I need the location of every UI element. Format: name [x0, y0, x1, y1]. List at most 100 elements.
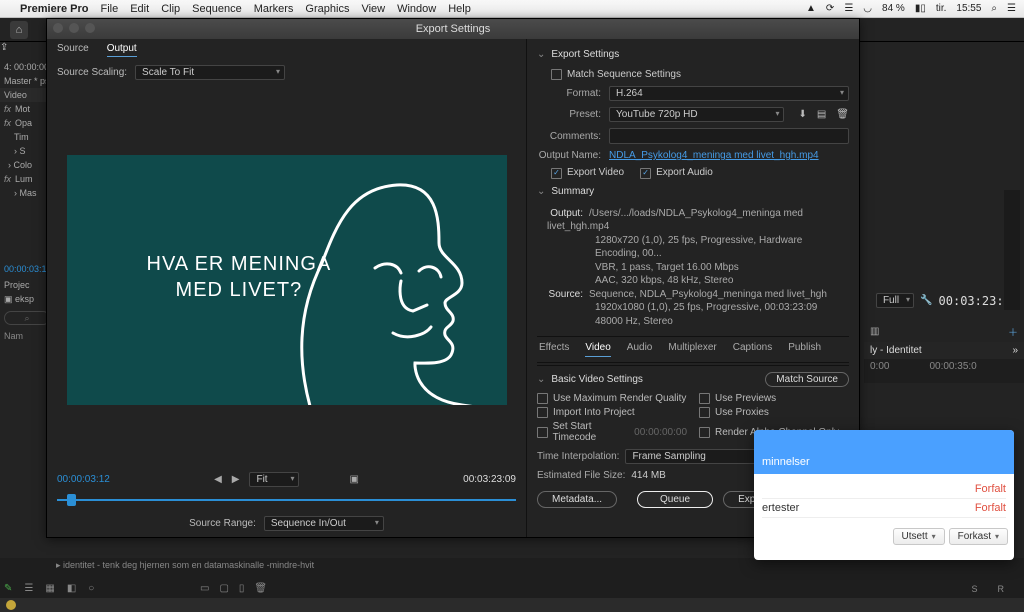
wifi-icon[interactable]: ◡	[863, 3, 872, 14]
start-timecode-checkbox[interactable]	[537, 427, 548, 438]
next-frame-icon[interactable]: ▶	[232, 474, 240, 485]
summary-section[interactable]: Summary	[537, 186, 849, 197]
estimated-size-label: Estimated File Size:	[537, 470, 625, 481]
export-settings-section[interactable]: Export Settings	[537, 49, 849, 60]
render-alpha-checkbox[interactable]	[699, 427, 710, 438]
import-project-checkbox[interactable]	[537, 407, 548, 418]
match-sequence-checkbox[interactable]	[551, 69, 562, 80]
reminder-due-1: Forfalt	[975, 483, 1006, 495]
tab-output[interactable]: Output	[107, 43, 137, 57]
delete-preset-icon[interactable]: 🗑	[836, 109, 849, 120]
dialog-title: Export Settings	[416, 23, 491, 35]
subtab-captions[interactable]: Captions	[733, 342, 772, 357]
subtab-video[interactable]: Video	[585, 342, 610, 357]
subtab-multiplexer[interactable]: Multiplexer	[668, 342, 716, 357]
use-proxies-checkbox[interactable]	[699, 407, 710, 418]
menu-clip[interactable]: Clip	[161, 3, 180, 15]
import-preset-icon[interactable]: ▤	[817, 109, 826, 120]
zoom-window-icon[interactable]	[85, 23, 95, 33]
prev-frame-icon[interactable]: ◀	[214, 474, 222, 485]
output-name-link[interactable]: NDLA_Psykolog4_meninga med livet_hgh.mp4	[609, 150, 819, 161]
max-render-label: Use Maximum Render Quality	[553, 393, 686, 404]
menu-view[interactable]: View	[361, 3, 385, 15]
snooze-button[interactable]: Utsett	[893, 528, 945, 545]
comments-input[interactable]	[609, 128, 849, 144]
source-scaling-dropdown[interactable]: Scale To Fit	[135, 65, 285, 80]
new-bin-icon[interactable]: ▭	[200, 583, 209, 594]
pen-tool-icon[interactable]: ✎	[4, 583, 12, 594]
tab-source[interactable]: Source	[57, 43, 89, 57]
project-search[interactable]: ⌕	[4, 311, 50, 325]
spotlight-icon[interactable]: ⌕	[991, 3, 997, 14]
playback-resolution-dropdown[interactable]: Full	[876, 293, 914, 308]
export-audio-label: Export Audio	[656, 167, 713, 178]
export-video-checkbox[interactable]	[551, 168, 562, 179]
source-range-dropdown[interactable]: Sequence In/Out	[264, 516, 384, 531]
audio-meter	[1004, 190, 1020, 310]
max-render-checkbox[interactable]	[537, 393, 548, 404]
in-timecode[interactable]: 00:00:03:12	[57, 474, 110, 485]
export-audio-checkbox[interactable]	[640, 168, 651, 179]
minimize-window-icon[interactable]	[69, 23, 79, 33]
panel-menu-icon[interactable]: »	[1012, 345, 1018, 356]
use-previews-checkbox[interactable]	[699, 393, 710, 404]
menu-sequence[interactable]: Sequence	[192, 3, 242, 15]
clear-icon[interactable]: ▯	[239, 583, 245, 594]
time-interpolation-dropdown[interactable]: Frame Sampling	[625, 449, 765, 464]
new-item-icon[interactable]: ▢	[219, 583, 228, 594]
subtab-publish[interactable]: Publish	[788, 342, 821, 357]
subtab-effects[interactable]: Effects	[539, 342, 569, 357]
use-previews-label: Use Previews	[715, 393, 776, 404]
metadata-button[interactable]: Metadata...	[537, 491, 617, 508]
app-name[interactable]: Premiere Pro	[20, 3, 88, 15]
stats-icon[interactable]: ☰	[844, 3, 853, 14]
zoom-fit-dropdown[interactable]: Fit	[249, 472, 299, 487]
battery-icon[interactable]: ▮▯	[915, 3, 926, 14]
sync-icon[interactable]: ⟳	[826, 3, 834, 14]
source-range-label: Source Range:	[189, 518, 256, 529]
timeline-ruler[interactable]: 0:00 00:00:35:0	[864, 359, 1024, 383]
preset-dropdown[interactable]: YouTube 720p HD	[609, 107, 784, 122]
settings-wrench-icon[interactable]: 🔧	[920, 295, 932, 306]
start-timecode-label: Set Start Timecode	[553, 421, 635, 443]
aspect-ratio-icon[interactable]: ▣	[349, 474, 358, 485]
match-source-button[interactable]: Match Source	[765, 372, 849, 387]
save-preset-icon[interactable]: ⬇	[798, 109, 806, 120]
add-marker-icon[interactable]: ＋	[1008, 324, 1018, 339]
export-settings-dialog: Export Settings Source Output Source Sca…	[46, 18, 860, 538]
preview-scrubber[interactable]	[57, 489, 516, 509]
out-timecode[interactable]: 00:03:23:09	[463, 474, 516, 485]
home-button[interactable]: ⌂	[10, 21, 28, 39]
subtab-audio[interactable]: Audio	[627, 342, 653, 357]
list-view-icon[interactable]: ☰	[24, 583, 33, 594]
dismiss-button[interactable]: Forkast	[949, 528, 1008, 545]
menu-edit[interactable]: Edit	[130, 3, 149, 15]
vpn-icon[interactable]: ▲	[806, 3, 816, 14]
icon-view-icon[interactable]: ▦	[45, 583, 54, 594]
zoom-slider-icon[interactable]: ○	[88, 583, 94, 594]
menu-window[interactable]: Window	[397, 3, 436, 15]
trash-icon[interactable]: 🗑	[254, 583, 267, 594]
format-dropdown[interactable]: H.264	[609, 86, 849, 101]
menu-file[interactable]: File	[100, 3, 118, 15]
format-label: Format:	[537, 88, 609, 99]
summary-output-3: VBR, 1 pass, Target 16.00 Mbps	[547, 261, 849, 275]
queue-button[interactable]: Queue	[637, 491, 713, 508]
estimated-size-value: 414 MB	[631, 470, 665, 481]
reminders-notification: minnelser Forfalt ertesterForfalt Utsett…	[754, 430, 1014, 560]
source-scaling-label: Source Scaling:	[57, 67, 127, 78]
timeline-icon[interactable]: ▥	[870, 326, 879, 337]
comments-label: Comments:	[537, 131, 609, 142]
freeform-view-icon[interactable]: ◧	[67, 583, 76, 594]
reminder-item-1[interactable]: ertester	[762, 502, 799, 514]
menu-graphics[interactable]: Graphics	[305, 3, 349, 15]
warning-icon[interactable]	[6, 600, 16, 610]
sequence-tab[interactable]: ly - Identitet	[870, 345, 922, 356]
close-window-icon[interactable]	[53, 23, 63, 33]
dialog-titlebar[interactable]: Export Settings	[47, 19, 859, 39]
share-icon[interactable]: ⇪	[0, 42, 8, 53]
control-center-icon[interactable]: ☰	[1007, 3, 1016, 14]
basic-video-section[interactable]: Basic Video Settings	[537, 374, 643, 385]
menu-markers[interactable]: Markers	[254, 3, 294, 15]
menu-help[interactable]: Help	[448, 3, 471, 15]
